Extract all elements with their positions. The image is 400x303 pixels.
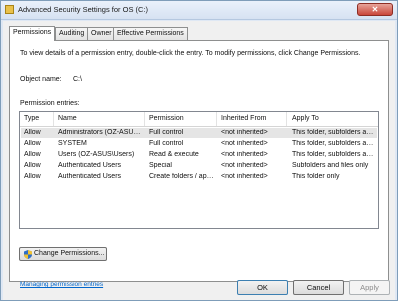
tab-owner[interactable]: Owner <box>87 27 116 40</box>
managing-permission-entries-link[interactable]: Managing permission entries <box>20 281 103 288</box>
permission-entries-label: Permission entries: <box>20 100 80 107</box>
object-name-label: Object name: <box>20 76 62 83</box>
cell-type: Allow <box>24 162 41 169</box>
shield-icon <box>24 250 32 259</box>
change-permissions-button[interactable]: Change Permissions... <box>19 247 107 261</box>
cancel-button[interactable]: Cancel <box>293 280 344 295</box>
table-row[interactable]: Allow Administrators (OZ-ASUS\... Full c… <box>21 128 377 138</box>
column-header-apply-to[interactable]: Apply To <box>292 115 319 122</box>
tab-permissions[interactable]: Permissions <box>9 26 56 41</box>
cell-type: Allow <box>24 129 41 136</box>
cell-apply-to: This folder, subfolders and... <box>292 151 376 158</box>
table-row[interactable]: Allow Users (OZ-ASUS\Users) Read & execu… <box>21 150 377 160</box>
cell-inherited-from: <not inherited> <box>221 151 268 158</box>
ok-button[interactable]: OK <box>237 280 288 295</box>
cell-name: Authenticated Users <box>58 162 122 169</box>
cell-name: SYSTEM <box>58 140 87 147</box>
cell-name: Administrators (OZ-ASUS\... <box>58 129 144 136</box>
apply-button[interactable]: Apply <box>349 280 390 295</box>
cell-permission: Create folders / app... <box>149 173 216 180</box>
cell-type: Allow <box>24 140 41 147</box>
cell-apply-to: This folder only <box>292 173 340 180</box>
tab-auditing[interactable]: Auditing <box>55 27 89 40</box>
cell-inherited-from: <not inherited> <box>221 162 268 169</box>
cell-type: Allow <box>24 173 41 180</box>
cell-inherited-from: <not inherited> <box>221 140 268 147</box>
column-header-type[interactable]: Type <box>24 115 39 122</box>
cell-apply-to: Subfolders and files only <box>292 162 369 169</box>
instructions-text: To view details of a permission entry, d… <box>20 50 361 57</box>
list-header: Type Name Permission Inherited From Appl… <box>20 112 378 127</box>
tab-effective-permissions[interactable]: Effective Permissions <box>113 27 188 40</box>
cell-permission: Read & execute <box>149 151 199 158</box>
window-title: Advanced Security Settings for OS (C:) <box>18 5 149 14</box>
title-bar[interactable]: Advanced Security Settings for OS (C:) ✕ <box>1 1 397 20</box>
change-permissions-label: Change Permissions... <box>34 250 105 257</box>
table-row[interactable]: Allow Authenticated Users Special <not i… <box>21 161 377 171</box>
cell-permission: Full control <box>149 129 184 136</box>
close-icon: ✕ <box>371 5 379 14</box>
column-header-permission[interactable]: Permission <box>149 115 184 122</box>
advanced-security-settings-window: Advanced Security Settings for OS (C:) ✕… <box>0 0 398 301</box>
column-header-inherited-from[interactable]: Inherited From <box>221 115 267 122</box>
cell-inherited-from: <not inherited> <box>221 173 268 180</box>
column-header-name[interactable]: Name <box>58 115 77 122</box>
folder-icon <box>5 5 14 14</box>
permissions-panel: To view details of a permission entry, d… <box>9 40 389 288</box>
cell-permission: Special <box>149 162 172 169</box>
table-row[interactable]: Allow Authenticated Users Create folders… <box>21 172 377 182</box>
table-row[interactable]: Allow SYSTEM Full control <not inherited… <box>21 139 377 149</box>
cell-name: Authenticated Users <box>58 173 122 180</box>
cell-permission: Full control <box>149 140 184 147</box>
object-name-value: C:\ <box>73 76 82 83</box>
cell-name: Users (OZ-ASUS\Users) <box>58 151 135 158</box>
permission-entries-list[interactable]: Type Name Permission Inherited From Appl… <box>19 111 379 229</box>
cell-apply-to: This folder, subfolders and... <box>292 140 376 147</box>
cell-apply-to: This folder, subfolders and... <box>292 129 376 136</box>
cell-type: Allow <box>24 151 41 158</box>
dialog-client-area: Permissions Auditing Owner Effective Per… <box>3 21 395 300</box>
cell-inherited-from: <not inherited> <box>221 129 268 136</box>
close-button[interactable]: ✕ <box>357 3 393 16</box>
